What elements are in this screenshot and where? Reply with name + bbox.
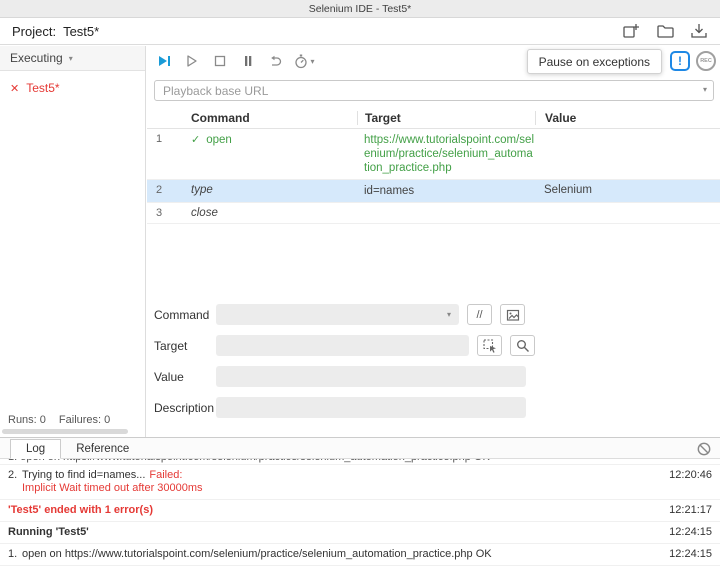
- toggle-comment-button[interactable]: //: [467, 304, 492, 325]
- log-panel: Log Reference 1. open on https://www.tut…: [0, 437, 720, 570]
- command-field-label: Command: [154, 308, 216, 322]
- failed-label: Failed:: [149, 469, 182, 481]
- column-command: Command: [187, 111, 357, 125]
- table-row[interactable]: 3 close: [147, 203, 720, 224]
- horizontal-scrollbar[interactable]: [2, 429, 128, 434]
- check-icon: ✓: [191, 134, 200, 146]
- open-window-button[interactable]: [500, 304, 525, 325]
- log-entry: 2.Trying to find id=names...Failed: Impl…: [0, 465, 720, 500]
- command-cell: type: [187, 184, 357, 198]
- clear-log-icon[interactable]: [696, 441, 712, 457]
- window-titlebar: Selenium IDE - Test5*: [0, 0, 720, 18]
- log-timestamp: 12:24:15: [669, 526, 712, 539]
- record-button[interactable]: REC: [696, 51, 716, 71]
- sidebar-item-test5[interactable]: ✕ Test5*: [0, 71, 145, 105]
- value-cell: [535, 133, 720, 175]
- project-label: Project:: [12, 24, 56, 39]
- log-entries: 1. open on https://www.tutorialspoint.co…: [0, 459, 720, 570]
- log-tab-bar: Log Reference: [0, 438, 720, 459]
- tests-sidebar: Executing ▾ ✕ Test5* Runs: 0 Failures: 0: [0, 46, 146, 437]
- command-select[interactable]: ▾: [216, 304, 459, 325]
- tab-reference[interactable]: Reference: [61, 440, 144, 458]
- main-panel: ▾ Pause on exceptions ! REC ▾ Command Ta…: [147, 46, 720, 437]
- runs-count: Runs: 0: [8, 414, 46, 426]
- playback-toolbar: ▾ Pause on exceptions ! REC: [147, 46, 720, 76]
- run-current-test-button[interactable]: [178, 49, 206, 73]
- playback-base-url-input[interactable]: [154, 80, 714, 101]
- command-edit-form: Command ▾ // Target: [147, 304, 720, 428]
- pause-on-exceptions-toggle[interactable]: !: [670, 51, 690, 71]
- project-name: Test5*: [63, 24, 99, 39]
- log-timestamp: 12:21:17: [669, 504, 712, 517]
- test-name: Test5*: [26, 81, 59, 95]
- column-value: Value: [535, 111, 720, 125]
- description-field-label: Description: [154, 401, 216, 415]
- tab-log[interactable]: Log: [10, 439, 61, 459]
- stop-button[interactable]: [206, 49, 234, 73]
- playback-base-url-field: ▾: [154, 80, 714, 101]
- value-cell: Selenium: [535, 184, 720, 198]
- commands-table: Command Target Value 1 ✓open https://www…: [147, 108, 720, 224]
- chevron-down-icon: ▾: [447, 310, 451, 319]
- command-cell: close: [187, 207, 357, 219]
- find-target-button[interactable]: [510, 335, 535, 356]
- log-entry: 2.Trying to find id=names... 12:24:15: [0, 566, 720, 570]
- chevron-down-icon: ▾: [310, 57, 314, 66]
- open-project-icon[interactable]: [655, 22, 674, 41]
- project-header: Project: Test5*: [0, 18, 720, 45]
- error-detail: Implicit Wait timed out after 30000ms: [22, 482, 650, 495]
- test-state-label: Executing: [10, 51, 63, 65]
- select-target-button[interactable]: [477, 335, 502, 356]
- value-field-label: Value: [154, 370, 216, 384]
- test-state-dropdown[interactable]: Executing ▾: [0, 46, 145, 71]
- test-failed-icon: ✕: [10, 82, 19, 95]
- commands-table-header: Command Target Value: [147, 108, 720, 129]
- step-over-button[interactable]: [262, 49, 290, 73]
- test-speed-button[interactable]: ▾: [290, 49, 318, 73]
- log-entry: 1.open on https://www.tutorialspoint.com…: [0, 544, 720, 566]
- new-project-icon[interactable]: [621, 22, 640, 41]
- log-timestamp: 12:20:46: [669, 469, 712, 482]
- value-cell: [535, 207, 720, 219]
- target-field-label: Target: [154, 339, 216, 353]
- run-summary: Runs: 0 Failures: 0: [8, 414, 110, 426]
- target-cell: [357, 207, 535, 219]
- pause-button[interactable]: [234, 49, 262, 73]
- log-timestamp: 12:24:15: [669, 548, 712, 561]
- command-cell: open: [206, 134, 232, 146]
- window-title: Selenium IDE - Test5*: [309, 3, 412, 15]
- pause-on-exceptions-tooltip[interactable]: Pause on exceptions: [527, 49, 662, 74]
- description-input[interactable]: [216, 397, 526, 418]
- target-cell: id=names: [357, 184, 535, 198]
- run-all-tests-button[interactable]: [150, 49, 178, 73]
- failures-count: Failures: 0: [59, 414, 110, 426]
- column-target: Target: [357, 111, 535, 125]
- save-project-icon[interactable]: [689, 22, 708, 41]
- value-input[interactable]: [216, 366, 526, 387]
- log-entry: 'Test5' ended with 1 error(s) 12:21:17: [0, 500, 720, 522]
- target-input[interactable]: [216, 335, 469, 356]
- selenium-ide-window: Selenium IDE - Test5* Project: Test5*: [0, 0, 720, 570]
- table-row[interactable]: 2 type id=names Selenium: [147, 180, 720, 203]
- log-entry: Running 'Test5' 12:24:15: [0, 522, 720, 544]
- chevron-down-icon: ▾: [69, 54, 73, 63]
- table-row[interactable]: 1 ✓open https://www.tutorialspoint.com/s…: [147, 129, 720, 180]
- target-cell: https://www.tutorialspoint.com/selenium/…: [357, 133, 535, 175]
